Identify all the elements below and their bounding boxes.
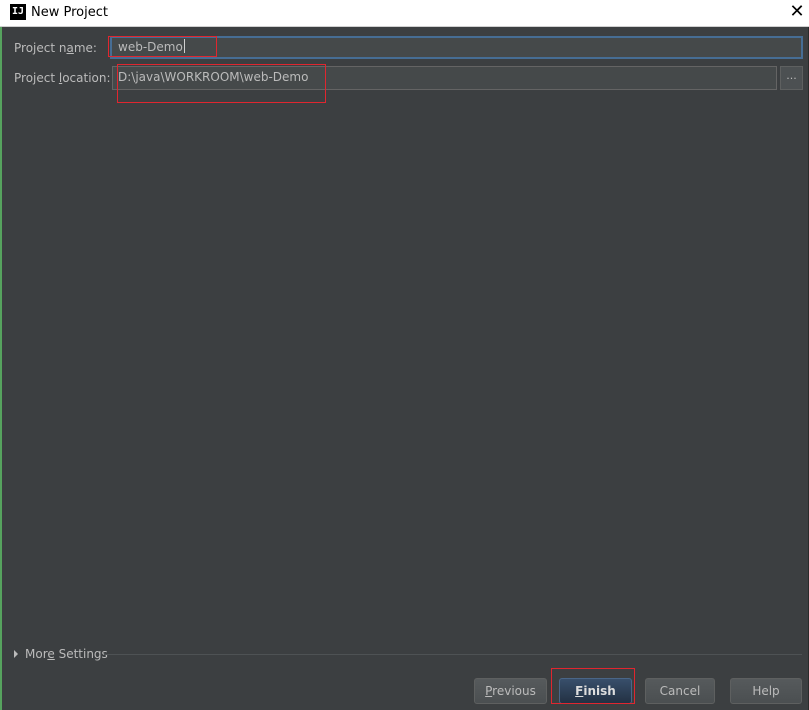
project-location-input[interactable]: D:\java\WORKROOM\web-Demo: [112, 66, 777, 90]
project-name-label: Project name:: [14, 41, 97, 55]
title-bar: IJ New Project ✕: [0, 0, 809, 27]
project-location-value: D:\java\WORKROOM\web-Demo: [118, 70, 309, 84]
help-button[interactable]: Help: [730, 678, 802, 704]
project-name-input[interactable]: web-Demo: [110, 36, 803, 59]
new-project-dialog: IJ New Project ✕ Project name: web-Demo …: [0, 0, 809, 710]
browse-location-button[interactable]: ...: [780, 66, 803, 90]
cancel-button[interactable]: Cancel: [645, 678, 715, 704]
text-caret: [183, 39, 185, 53]
intellij-app-icon: IJ: [10, 4, 26, 20]
window-title: New Project: [31, 5, 108, 20]
finish-button[interactable]: Finish: [559, 678, 632, 704]
left-edge-line: [0, 27, 2, 710]
previous-button[interactable]: Previous: [474, 678, 547, 704]
project-name-value: web-Demo: [118, 40, 183, 54]
expand-triangle-icon: [14, 650, 18, 658]
more-settings-toggle[interactable]: More Settings: [14, 646, 108, 662]
project-location-label: Project location:: [14, 71, 111, 85]
settings-divider: [104, 654, 802, 655]
close-icon[interactable]: ✕: [785, 0, 809, 26]
